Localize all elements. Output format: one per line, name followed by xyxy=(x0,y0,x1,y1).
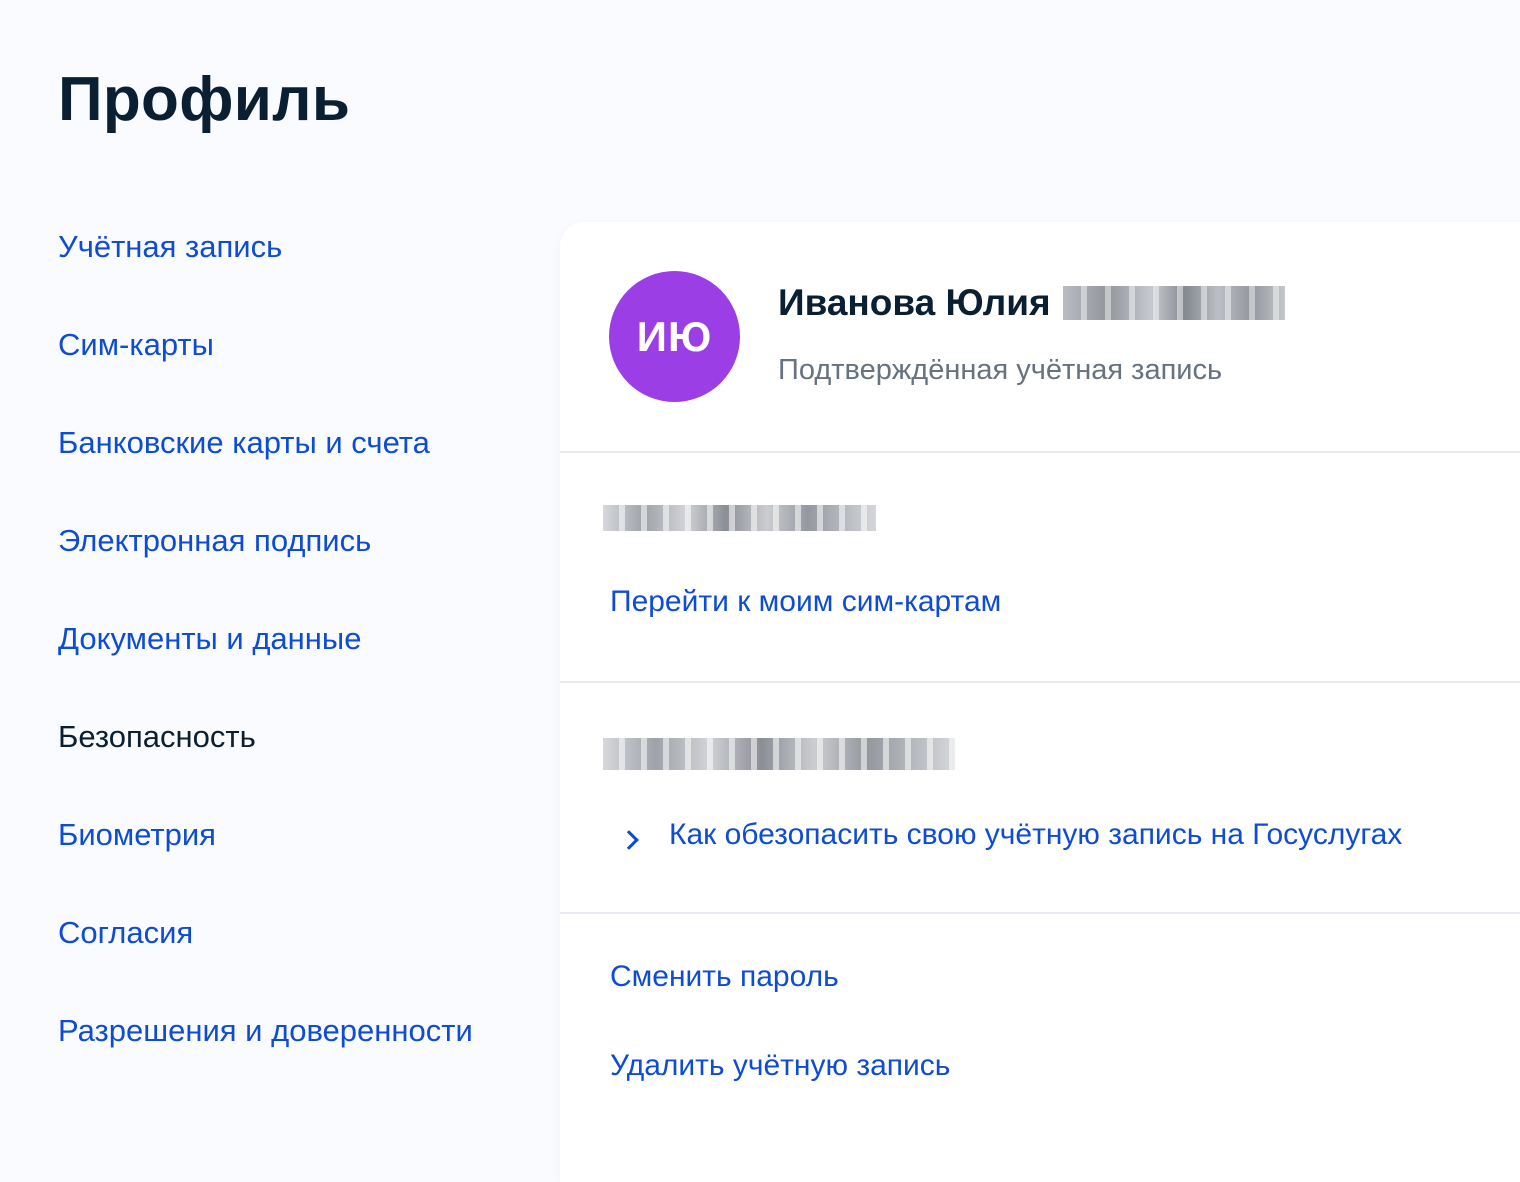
redacted-patronymic xyxy=(1062,286,1285,320)
page-title: Профиль xyxy=(58,65,351,134)
sidebar-item-security[interactable]: Безопасность xyxy=(58,712,528,810)
sidebar-item-permissions[interactable]: Разрешения и доверенности xyxy=(58,1006,528,1104)
sidebar-item-documents[interactable]: Документы и данные xyxy=(58,614,528,712)
profile-header: ИЮ Иванова Юлия Подтверждённая учётная з… xyxy=(560,222,1520,452)
user-name-row: Иванова Юлия xyxy=(778,278,1285,328)
sidebar-item-e-signature[interactable]: Электронная подпись xyxy=(58,516,528,614)
account-status: Подтверждённая учётная запись xyxy=(778,354,1223,386)
sidebar-item-account[interactable]: Учётная запись xyxy=(58,222,528,320)
sidebar-item-bank-cards[interactable]: Банковские карты и счета xyxy=(58,418,528,516)
chevron-right-icon xyxy=(619,830,639,850)
sidebar-item-biometrics[interactable]: Биометрия xyxy=(58,810,528,908)
user-name: Иванова Юлия xyxy=(778,282,1051,323)
avatar: ИЮ xyxy=(609,271,740,402)
delete-account-link[interactable]: Удалить учётную запись xyxy=(610,1049,950,1083)
security-card: ИЮ Иванова Юлия Подтверждённая учётная з… xyxy=(560,222,1520,1182)
account-actions: Сменить пароль Удалить учётную запись xyxy=(560,914,1520,1174)
sidebar-item-sim-cards[interactable]: Сим-карты xyxy=(58,320,528,418)
profile-sidebar: Учётная запись Сим-карты Банковские карт… xyxy=(58,222,528,1104)
sidebar-item-consents[interactable]: Согласия xyxy=(58,908,528,1006)
redacted-email xyxy=(603,738,955,770)
phone-section: Перейти к моим сим-картам xyxy=(560,453,1520,681)
redacted-phone xyxy=(603,505,876,531)
email-section: Как обезопасить свою учётную запись на Г… xyxy=(560,683,1520,912)
secure-account-link[interactable]: Как обезопасить свою учётную запись на Г… xyxy=(669,818,1402,852)
go-to-sim-cards-link[interactable]: Перейти к моим сим-картам xyxy=(610,585,1001,619)
change-password-link[interactable]: Сменить пароль xyxy=(610,960,839,994)
